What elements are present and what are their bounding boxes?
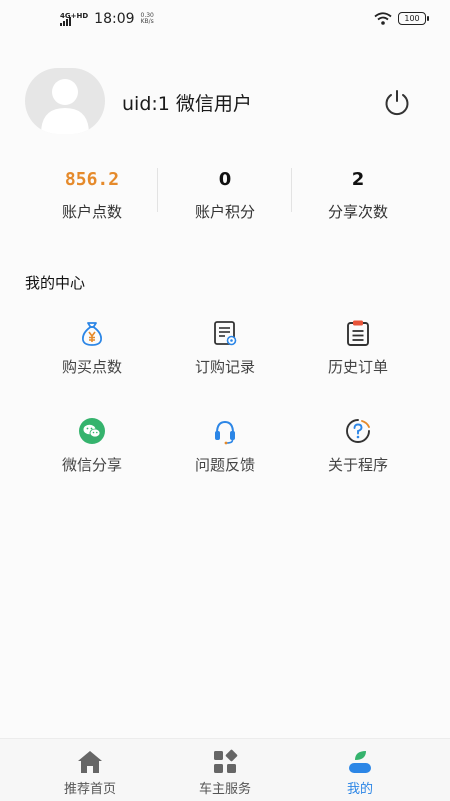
money-bag-icon bbox=[81, 322, 103, 346]
user-avatar-icon[interactable] bbox=[25, 68, 105, 134]
wechat-icon bbox=[79, 418, 105, 444]
network-speed: 0.30 KB/s bbox=[140, 12, 154, 25]
status-bar: 4G+HD 18:09 0.30 KB/s 100 bbox=[0, 0, 450, 40]
battery-icon: 100 bbox=[398, 12, 429, 25]
stat-points[interactable]: 856.2 账户点数 bbox=[25, 168, 159, 222]
buy-points-button[interactable]: 购买点数 bbox=[25, 318, 159, 377]
tab-home[interactable]: 推荐首页 bbox=[15, 739, 165, 801]
order-records-button[interactable]: 订购记录 bbox=[158, 318, 292, 377]
order-history-button[interactable]: 历史订单 bbox=[291, 318, 425, 377]
tab-mine[interactable]: 我的 bbox=[285, 739, 435, 801]
section-title: 我的中心 bbox=[25, 274, 86, 292]
about-app-button[interactable]: 关于程序 bbox=[291, 416, 425, 475]
headset-icon bbox=[215, 420, 235, 445]
clipboard-icon bbox=[347, 320, 369, 346]
question-icon bbox=[346, 419, 370, 443]
username: uid:1 微信用户 bbox=[122, 93, 252, 115]
account-stats: 856.2 账户点数 0 账户积分 2 分享次数 bbox=[0, 168, 450, 228]
status-time: 18:09 bbox=[94, 11, 135, 27]
order-list-icon bbox=[214, 321, 237, 346]
power-icon[interactable] bbox=[382, 87, 412, 117]
home-icon bbox=[78, 751, 102, 773]
profile-header: uid:1 微信用户 bbox=[0, 68, 450, 134]
feedback-button[interactable]: 问题反馈 bbox=[158, 416, 292, 475]
stat-credits[interactable]: 0 账户积分 bbox=[158, 168, 292, 222]
tab-car-service[interactable]: 车主服务 bbox=[150, 739, 300, 801]
grid-icon bbox=[214, 749, 238, 773]
bottom-tab-bar: 推荐首页 车主服务 我的 bbox=[0, 738, 450, 801]
signal-icon: 4G+HD bbox=[60, 12, 88, 26]
wechat-share-button[interactable]: 微信分享 bbox=[25, 416, 159, 475]
stat-shares[interactable]: 2 分享次数 bbox=[291, 168, 425, 222]
profile-icon bbox=[349, 751, 371, 773]
wifi-icon bbox=[374, 12, 392, 25]
